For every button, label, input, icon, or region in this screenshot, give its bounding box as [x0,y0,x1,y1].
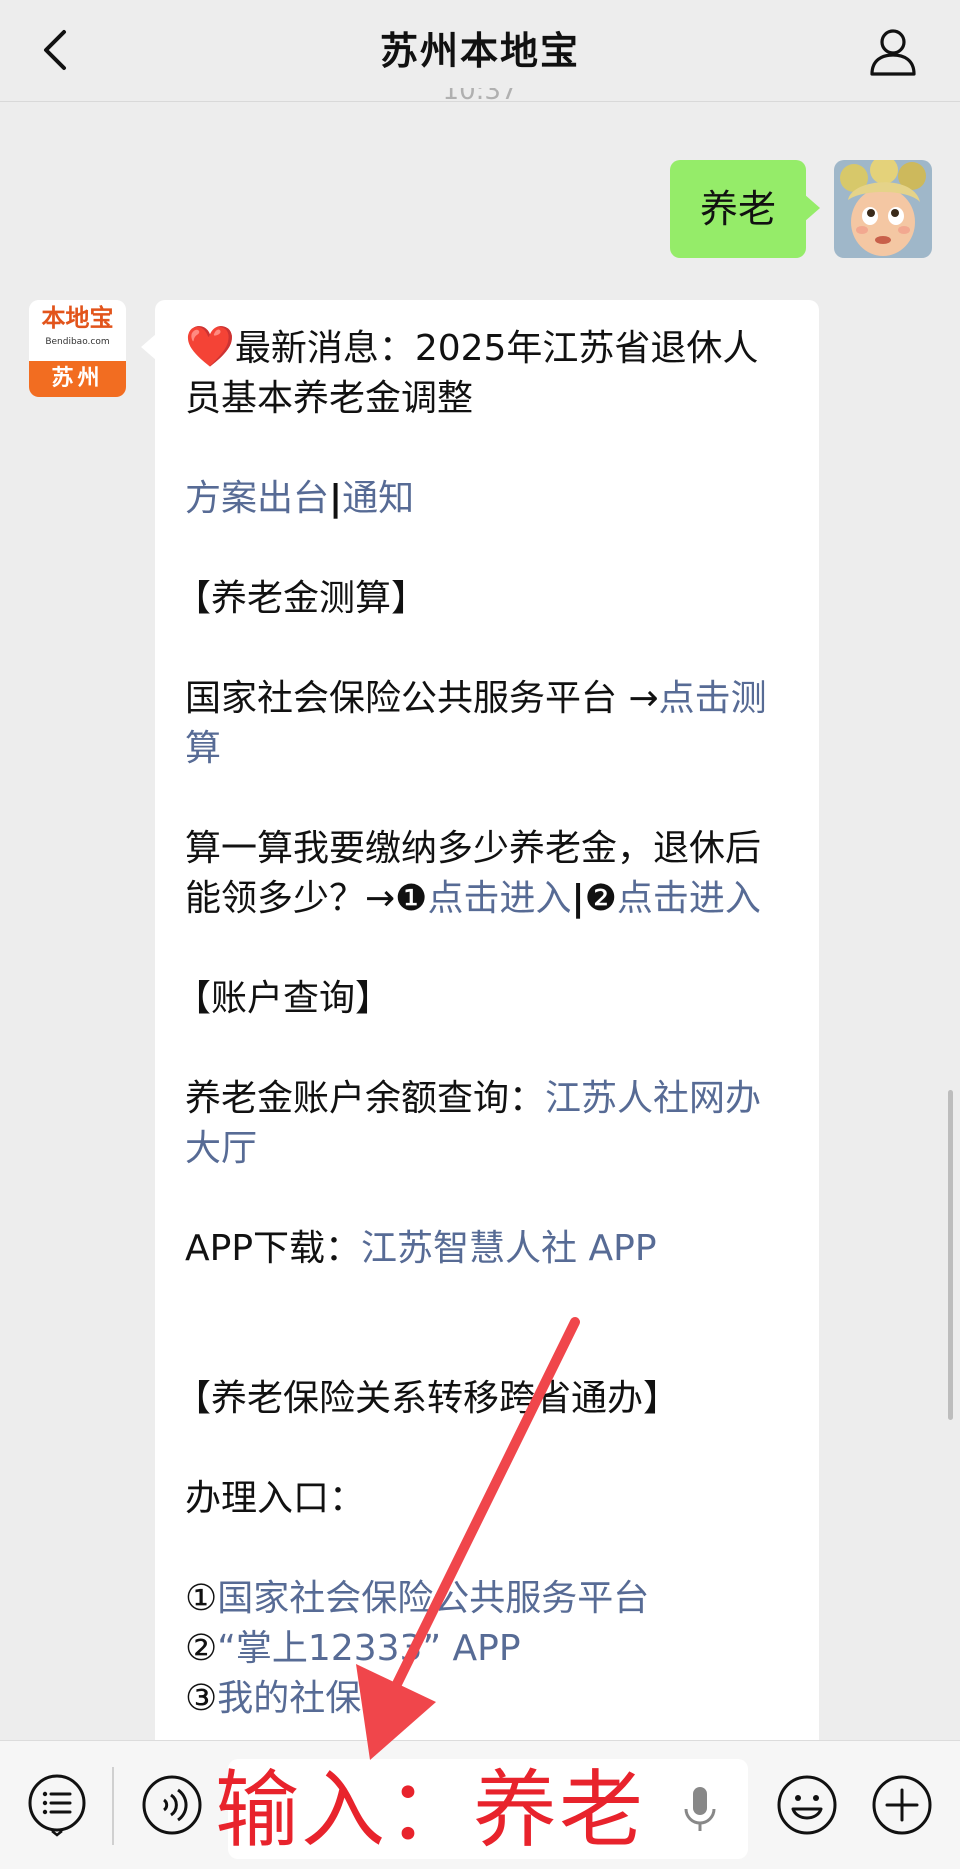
entry-3-link[interactable]: 我的社保卡 [217,1678,397,1719]
account-section-title: 【账户查询】 [175,978,392,1019]
balance-label: 养老金账户余额查询： [185,1078,546,1119]
headline: ❤️最新消息：2025年江苏省退休人员基本养老金调整 [185,322,791,424]
user-avatar[interactable] [834,160,932,258]
received-message-bubble: ❤️最新消息：2025年江苏省退休人员基本养老金调整 方案出台|通知 【养老金测… [141,300,819,1869]
app-link[interactable]: 江苏智慧人社 APP [361,1228,657,1269]
transfer-section-title: 【养老保险关系转移跨省通办】 [175,1378,680,1419]
entry-label: 办理入口： [185,1478,366,1519]
pipe-separator: | [329,478,343,519]
enter-link-1[interactable]: 点击进入 [427,878,571,919]
add-plus-icon[interactable] [870,1773,934,1837]
bendibao-logo: 本地宝 Bendibao.com [29,300,126,362]
logo-text-cn: 本地宝 [41,303,114,332]
app-line: APP下载：江苏智慧人社 APP [185,1224,791,1274]
entry-3: ③我的社保卡 [185,1674,791,1724]
microphone-icon[interactable] [680,1785,720,1835]
top-navbar: 10:37 苏州本地宝 [0,0,960,104]
bendibao-avatar[interactable]: 本地宝 Bendibao.com 苏州 [29,300,126,397]
voice-icon[interactable] [140,1773,204,1837]
plan-line: 方案出台|通知 [185,474,791,524]
headline-text: 最新消息：2025年江苏省退休人员基本养老金调整 [185,328,759,419]
calc-section-title: 【养老金测算】 [175,578,428,619]
plan-link[interactable]: 方案出台 [185,478,329,519]
national-platform-text: 国家社会保险公共服务平台 → [185,678,659,719]
entry-2: ②“掌上12333” APP [185,1624,791,1674]
calc-question-line: 算一算我要缴纳多少养老金，退休后能领多少？→❶点击进入|❷点击进入 [185,824,791,924]
pipe-separator-2: | [571,878,585,919]
entry-2-num: ② [185,1628,218,1669]
bullet-1: ❶ [395,878,428,919]
entry-3-num: ③ [185,1678,218,1719]
chat-title: 苏州本地宝 [379,29,580,73]
app-label: APP下载： [185,1228,362,1269]
chat-scrollbar[interactable] [948,1090,953,1420]
enter-link-2[interactable]: 点击进入 [617,878,761,919]
doll-avatar-icon [834,160,932,258]
balance-line: 养老金账户余额查询：江苏人社网办大厅 [185,1074,791,1174]
entry-1-num: ① [185,1578,218,1619]
toolbar-divider [112,1767,114,1845]
sent-message-bubble[interactable]: 养老 [669,160,821,258]
user-profile-icon[interactable] [866,24,920,78]
national-platform-line: 国家社会保险公共服务平台 →点击测算 [185,674,791,774]
notice-link[interactable]: 通知 [342,478,414,519]
entry-1: ①国家社会保险公共服务平台 [185,1574,791,1624]
menu-list-icon[interactable] [25,1773,89,1837]
entry-1-link[interactable]: 国家社会保险公共服务平台 [217,1578,649,1619]
bullet-2: ❷ [584,878,617,919]
logo-text-en: Bendibao.com [45,337,110,347]
heart-icon: ❤️ [185,324,235,370]
logo-city: 苏州 [29,361,126,397]
entry-2-link[interactable]: “掌上12333” APP [217,1628,520,1669]
input-instruction-overlay: 输入：养老 [215,1761,646,1859]
emoji-icon[interactable] [775,1773,839,1837]
